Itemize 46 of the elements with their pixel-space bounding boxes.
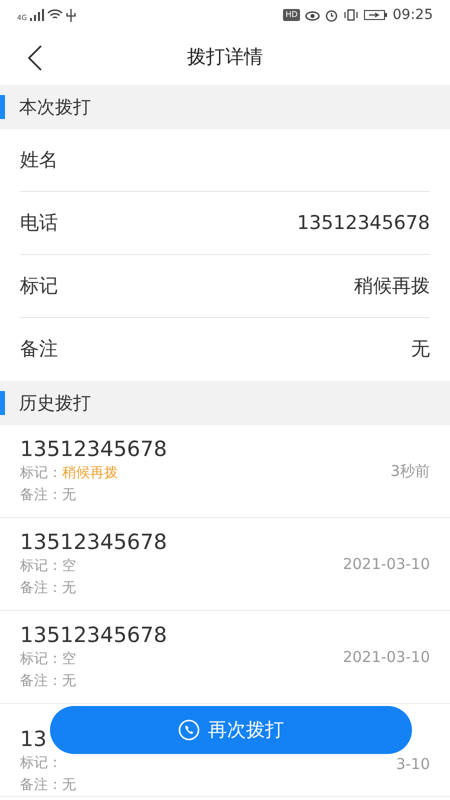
wifi-icon — [46, 9, 63, 21]
battery-icon — [364, 9, 388, 21]
eye-icon — [304, 9, 320, 21]
section-marker — [0, 95, 5, 119]
phone-number: 13512345678 — [20, 436, 167, 462]
call-again-button[interactable]: 再次拨打 — [50, 706, 412, 754]
remark-text: 备注：无 — [20, 776, 76, 795]
remark-text: 备注：无 — [20, 579, 77, 598]
history-item[interactable]: 13512345678 标记：空 备注：无 2021-03-10 — [0, 518, 450, 611]
vibrate-icon — [342, 9, 359, 21]
history-item[interactable]: 13512345678 标记：稍候再拨 备注：无 3秒前 — [0, 425, 450, 518]
mark-value: 稍候再拨 — [62, 464, 118, 483]
call-time: 2021-03-10 — [342, 646, 430, 668]
alarm-icon — [324, 8, 338, 22]
page-title: 拨打详情 — [187, 45, 263, 70]
history-item[interactable]: 13512345678 标记：空 备注：无 2021-03-10 — [0, 611, 450, 704]
phone-number: 13 — [20, 726, 48, 752]
field-label: 备注 — [20, 337, 58, 362]
mark-label: 标记： — [20, 650, 62, 669]
hd-badge: HD — [283, 9, 300, 21]
call-time: 2021-03-10 — [342, 554, 430, 575]
mark-label: 标记： — [20, 754, 62, 773]
call-time: 3秒前 — [390, 460, 430, 482]
call-time: 3-10 — [396, 754, 430, 775]
section-title: 历史拨打 — [19, 392, 91, 416]
field-value: 无 — [411, 337, 430, 362]
mark-value: 空 — [62, 557, 76, 576]
field-value: 稍候再拨 — [354, 274, 430, 299]
remark-text: 备注：无 — [20, 486, 77, 505]
remark-text: 备注：无 — [20, 672, 77, 691]
phone-number: 13512345678 — [20, 529, 167, 555]
usb-icon — [66, 8, 76, 22]
field-value: 13512345678 — [297, 210, 430, 236]
field-label: 标记 — [20, 274, 58, 299]
mark-label: 标记： — [20, 464, 62, 483]
section-title: 本次拨打 — [19, 96, 91, 120]
phone-number: 13512345678 — [20, 622, 167, 648]
clock-time: 09:25 — [392, 6, 433, 24]
phone-icon — [178, 719, 200, 741]
section-marker — [0, 391, 5, 415]
mark-label: 标记： — [20, 557, 62, 576]
field-label: 电话 — [20, 210, 58, 236]
signal-icon — [30, 9, 44, 21]
back-icon — [28, 45, 42, 71]
field-label: 姓名 — [20, 148, 58, 173]
mark-value: 空 — [62, 650, 76, 669]
